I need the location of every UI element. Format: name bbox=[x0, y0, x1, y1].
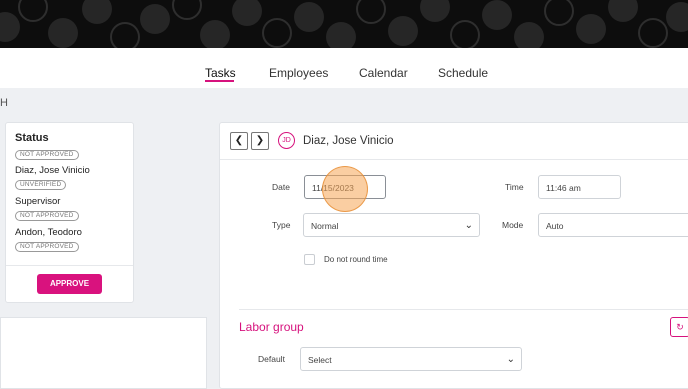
divider bbox=[239, 309, 688, 310]
prev-employee-button[interactable]: ❮ bbox=[230, 132, 248, 150]
chevron-down-icon: ⌄ bbox=[506, 354, 515, 365]
employee-name: Diaz, Jose Vinicio bbox=[303, 135, 394, 147]
status-title: Status bbox=[15, 132, 49, 144]
divider bbox=[6, 265, 133, 266]
default-label: Default bbox=[258, 354, 285, 364]
status-card: Status NOT APPROVED Diaz, Jose Vinicio U… bbox=[5, 122, 134, 303]
chevron-right-icon: ❯ bbox=[255, 135, 265, 146]
status-badge: NOT APPROVED bbox=[15, 150, 79, 160]
status-badge: NOT APPROVED bbox=[15, 242, 79, 252]
approver-name: Diaz, Jose Vinicio bbox=[15, 165, 90, 176]
status-badge: UNVERIFIED bbox=[15, 180, 67, 190]
top-nav bbox=[0, 48, 688, 88]
tab-calendar[interactable]: Calendar bbox=[359, 66, 408, 80]
active-tab-indicator bbox=[205, 80, 234, 82]
approver-name: Andon, Teodoro bbox=[15, 227, 82, 238]
round-time-label: Do not round time bbox=[324, 255, 388, 264]
labor-default-value: Select bbox=[308, 355, 332, 365]
status-badge: NOT APPROVED bbox=[15, 211, 79, 221]
type-label: Type bbox=[272, 220, 291, 230]
type-value: Normal bbox=[311, 221, 339, 231]
time-value: 11:46 am bbox=[546, 183, 581, 193]
mode-label: Mode bbox=[502, 220, 524, 230]
labor-group-title: Labor group bbox=[239, 320, 304, 334]
refresh-button[interactable]: ↻ bbox=[670, 317, 688, 337]
header-banner bbox=[0, 0, 688, 48]
left-lower-panel bbox=[0, 317, 207, 389]
labor-default-select[interactable]: Select ⌄ bbox=[300, 347, 522, 371]
approver-name: Supervisor bbox=[15, 196, 61, 207]
tab-tasks[interactable]: Tasks bbox=[205, 66, 236, 80]
date-label: Date bbox=[272, 182, 290, 192]
next-employee-button[interactable]: ❯ bbox=[251, 132, 269, 150]
chevron-down-icon: ⌄ bbox=[464, 220, 473, 231]
click-highlight bbox=[322, 166, 368, 212]
panel-header: ❮ ❯ JD Diaz, Jose Vinicio bbox=[220, 123, 688, 160]
round-time-checkbox[interactable] bbox=[304, 254, 315, 265]
time-field[interactable]: 11:46 am bbox=[538, 175, 621, 199]
breadcrumb: H bbox=[0, 97, 8, 109]
mode-select[interactable]: Auto bbox=[538, 213, 688, 237]
mode-value: Auto bbox=[546, 221, 564, 231]
avatar: JD bbox=[278, 132, 295, 149]
tab-employees[interactable]: Employees bbox=[269, 66, 328, 80]
punch-detail-panel: ❮ ❯ JD Diaz, Jose Vinicio Date 11/15/202… bbox=[219, 122, 688, 389]
type-select[interactable]: Normal ⌄ bbox=[303, 213, 480, 237]
tab-schedule[interactable]: Schedule bbox=[438, 66, 488, 80]
refresh-icon: ↻ bbox=[676, 322, 684, 332]
chevron-left-icon: ❮ bbox=[234, 135, 244, 146]
time-label: Time bbox=[505, 182, 524, 192]
approve-button[interactable]: APPROVE bbox=[37, 274, 102, 294]
